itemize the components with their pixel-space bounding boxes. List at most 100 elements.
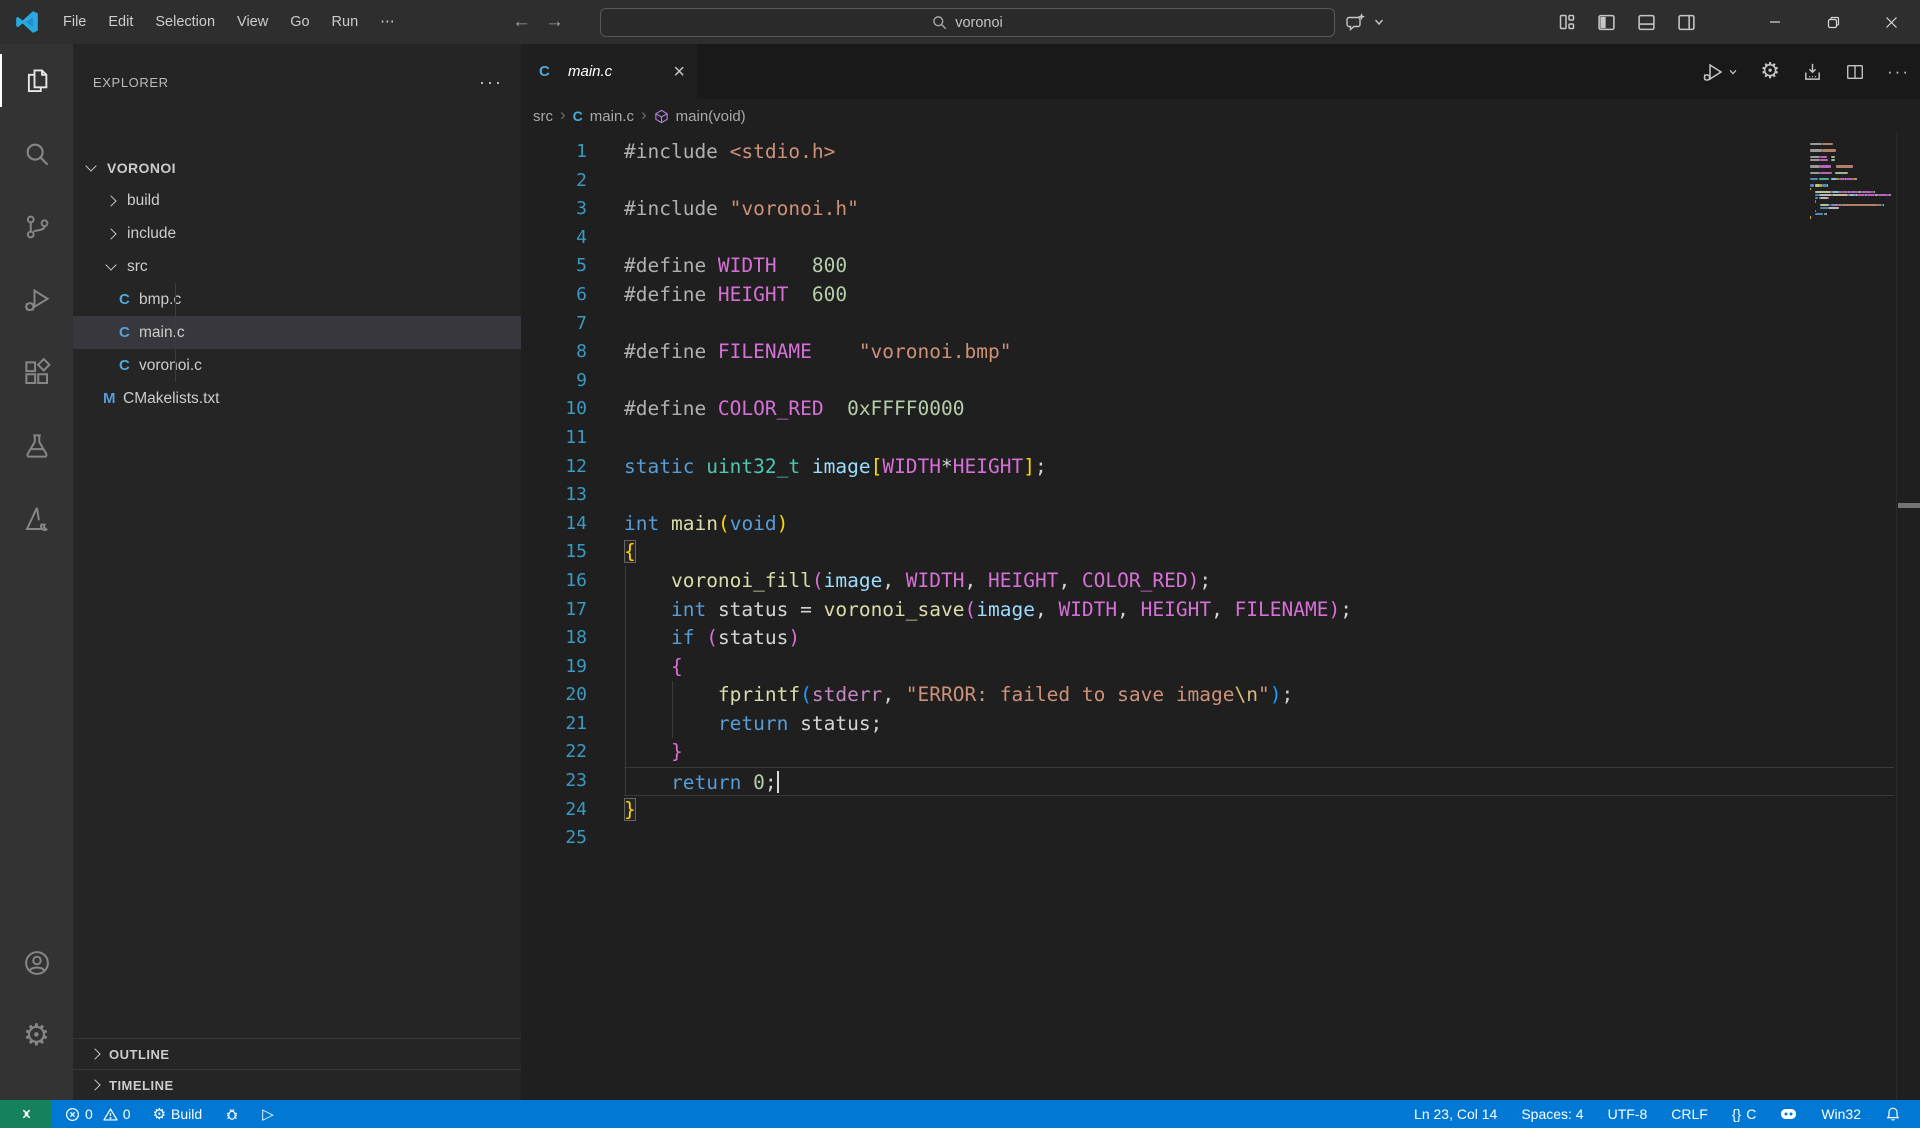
line-number: 2 bbox=[521, 167, 587, 196]
code-line-15[interactable]: 15{ bbox=[521, 538, 1920, 567]
cursor-position[interactable]: Ln 23, Col 14 bbox=[1405, 1100, 1506, 1128]
line-number: 25 bbox=[521, 824, 587, 853]
sidebar-item-cmake[interactable] bbox=[0, 482, 73, 555]
code-line-22[interactable]: 22 } bbox=[521, 738, 1920, 767]
code-line-20[interactable]: 20 fprintf(stderr, "ERROR: failed to sav… bbox=[521, 681, 1920, 710]
code-line-1[interactable]: 1#include <stdio.h> bbox=[521, 138, 1920, 167]
explorer-more-actions-icon[interactable]: ··· bbox=[479, 72, 503, 93]
platform-indicator[interactable]: Win32 bbox=[1812, 1100, 1870, 1128]
minimize-button[interactable] bbox=[1746, 0, 1804, 44]
code-line-14[interactable]: 14int main(void) bbox=[521, 510, 1920, 539]
menu-item-file[interactable]: File bbox=[52, 8, 97, 36]
tree-item-include[interactable]: include bbox=[73, 217, 521, 250]
menu-item-[interactable]: ⋯ bbox=[369, 8, 406, 36]
copilot-status[interactable] bbox=[1771, 1100, 1806, 1128]
configure-gear-icon[interactable]: ⚙ bbox=[1760, 61, 1780, 83]
copilot-icon[interactable] bbox=[1345, 11, 1367, 33]
outline-section[interactable]: OUTLINE bbox=[73, 1038, 521, 1069]
chevron-right-icon bbox=[89, 1048, 100, 1059]
breadcrumb-symbol[interactable]: main(void) bbox=[676, 108, 746, 125]
chevron-down-icon[interactable] bbox=[1373, 16, 1385, 28]
code-line-4[interactable]: 4 bbox=[521, 224, 1920, 253]
sidebar-item-explorer[interactable] bbox=[0, 44, 73, 117]
code-line-17[interactable]: 17 int status = voronoi_save(image, WIDT… bbox=[521, 596, 1920, 625]
menu-item-view[interactable]: View bbox=[226, 8, 279, 36]
overview-ruler[interactable] bbox=[1896, 133, 1920, 1100]
tree-item-cmakelists-txt[interactable]: MCMakelists.txt bbox=[73, 382, 521, 415]
tree-root-voronoi[interactable]: VORONOI bbox=[73, 151, 521, 184]
code-line-21[interactable]: 21 return status; bbox=[521, 710, 1920, 739]
breadcrumbs: src › C main.c › main(void) bbox=[521, 99, 1920, 133]
command-center-search[interactable]: voronoi bbox=[600, 8, 1335, 37]
install-icon[interactable] bbox=[1802, 61, 1823, 82]
code-line-2[interactable]: 2 bbox=[521, 167, 1920, 196]
toggle-panel-icon[interactable] bbox=[1637, 13, 1656, 32]
sidebar-item-extensions[interactable] bbox=[0, 336, 73, 409]
symbol-method-icon bbox=[654, 109, 669, 124]
search-icon bbox=[22, 139, 52, 169]
indentation-indicator[interactable]: Spaces: 4 bbox=[1512, 1100, 1592, 1128]
breadcrumb-folder[interactable]: src bbox=[533, 108, 553, 125]
breadcrumb-file[interactable]: main.c bbox=[590, 108, 634, 125]
code-line-23[interactable]: 23 return 0; bbox=[521, 767, 1920, 796]
toggle-secondary-sidebar-icon[interactable] bbox=[1677, 13, 1696, 32]
extensions-icon bbox=[22, 358, 52, 388]
split-editor-icon[interactable] bbox=[1845, 62, 1865, 82]
sidebar-item-source-control[interactable] bbox=[0, 190, 73, 263]
tab-main-c[interactable]: C main.c × bbox=[521, 44, 697, 99]
language-indicator[interactable]: {} C bbox=[1723, 1100, 1765, 1128]
customize-layout-icon[interactable] bbox=[1558, 13, 1576, 31]
code-line-5[interactable]: 5#define WIDTH 800 bbox=[521, 252, 1920, 281]
back-arrow[interactable]: ← bbox=[512, 11, 531, 33]
code-line-10[interactable]: 10#define COLOR_RED 0xFFFF0000 bbox=[521, 395, 1920, 424]
restore-button[interactable] bbox=[1804, 0, 1862, 44]
minimap[interactable] bbox=[1810, 143, 1894, 223]
editor-more-actions-icon[interactable]: ··· bbox=[1887, 62, 1910, 82]
notifications-bell[interactable] bbox=[1876, 1100, 1910, 1128]
eol-indicator[interactable]: CRLF bbox=[1662, 1100, 1717, 1128]
code-editor[interactable]: 1#include <stdio.h>23#include "voronoi.h… bbox=[521, 133, 1920, 1100]
tree-item-src[interactable]: src bbox=[73, 250, 521, 283]
cmake-build-button[interactable]: ⚙ Build bbox=[144, 1100, 212, 1128]
close-tab-icon[interactable]: × bbox=[673, 62, 685, 82]
timeline-section[interactable]: TIMELINE bbox=[73, 1069, 521, 1100]
code-line-9[interactable]: 9 bbox=[521, 367, 1920, 396]
menu-item-go[interactable]: Go bbox=[279, 8, 320, 36]
menu-item-edit[interactable]: Edit bbox=[97, 8, 144, 36]
code-line-16[interactable]: 16 voronoi_fill(image, WIDTH, HEIGHT, CO… bbox=[521, 567, 1920, 596]
sidebar-item-run-and-debug[interactable] bbox=[0, 263, 73, 336]
code-line-18[interactable]: 18 if (status) bbox=[521, 624, 1920, 653]
sidebar-item-search[interactable] bbox=[0, 117, 73, 190]
code-line-19[interactable]: 19 { bbox=[521, 653, 1920, 682]
encoding-indicator[interactable]: UTF-8 bbox=[1599, 1100, 1657, 1128]
accounts-icon[interactable] bbox=[0, 926, 73, 999]
debug-target-button[interactable] bbox=[215, 1100, 249, 1128]
code-line-6[interactable]: 6#define HEIGHT 600 bbox=[521, 281, 1920, 310]
tree-item-voronoi-c[interactable]: Cvoronoi.c bbox=[73, 349, 521, 382]
menu-item-run[interactable]: Run bbox=[321, 8, 370, 36]
code-line-11[interactable]: 11 bbox=[521, 424, 1920, 453]
run-debug-button[interactable] bbox=[1701, 60, 1738, 84]
code-line-13[interactable]: 13 bbox=[521, 481, 1920, 510]
problems-indicator[interactable]: 0 0 bbox=[56, 1100, 140, 1128]
code-line-3[interactable]: 3#include "voronoi.h" bbox=[521, 195, 1920, 224]
code-line-8[interactable]: 8#define FILENAME "voronoi.bmp" bbox=[521, 338, 1920, 367]
line-number: 24 bbox=[521, 796, 587, 825]
settings-gear-icon[interactable]: ⚙ bbox=[0, 999, 73, 1072]
launch-target-button[interactable]: ▷ bbox=[253, 1100, 283, 1128]
tree-item-main-c[interactable]: Cmain.c bbox=[73, 316, 521, 349]
sidebar-item-testing[interactable] bbox=[0, 409, 73, 482]
code-line-7[interactable]: 7 bbox=[521, 310, 1920, 339]
tree-item-build[interactable]: build bbox=[73, 184, 521, 217]
menu-item-selection[interactable]: Selection bbox=[144, 8, 226, 36]
code-line-24[interactable]: 24} bbox=[521, 796, 1920, 825]
code-line-12[interactable]: 12static uint32_t image[WIDTH*HEIGHT]; bbox=[521, 453, 1920, 482]
code-line-25[interactable]: 25 bbox=[521, 824, 1920, 853]
toggle-primary-sidebar-icon[interactable] bbox=[1597, 13, 1616, 32]
close-button[interactable] bbox=[1862, 0, 1920, 44]
c-file-icon: C bbox=[119, 291, 139, 308]
files-icon bbox=[22, 66, 52, 96]
forward-arrow[interactable]: → bbox=[545, 11, 564, 33]
tree-item-bmp-c[interactable]: Cbmp.c bbox=[73, 283, 521, 316]
remote-indicator[interactable] bbox=[0, 1100, 52, 1128]
